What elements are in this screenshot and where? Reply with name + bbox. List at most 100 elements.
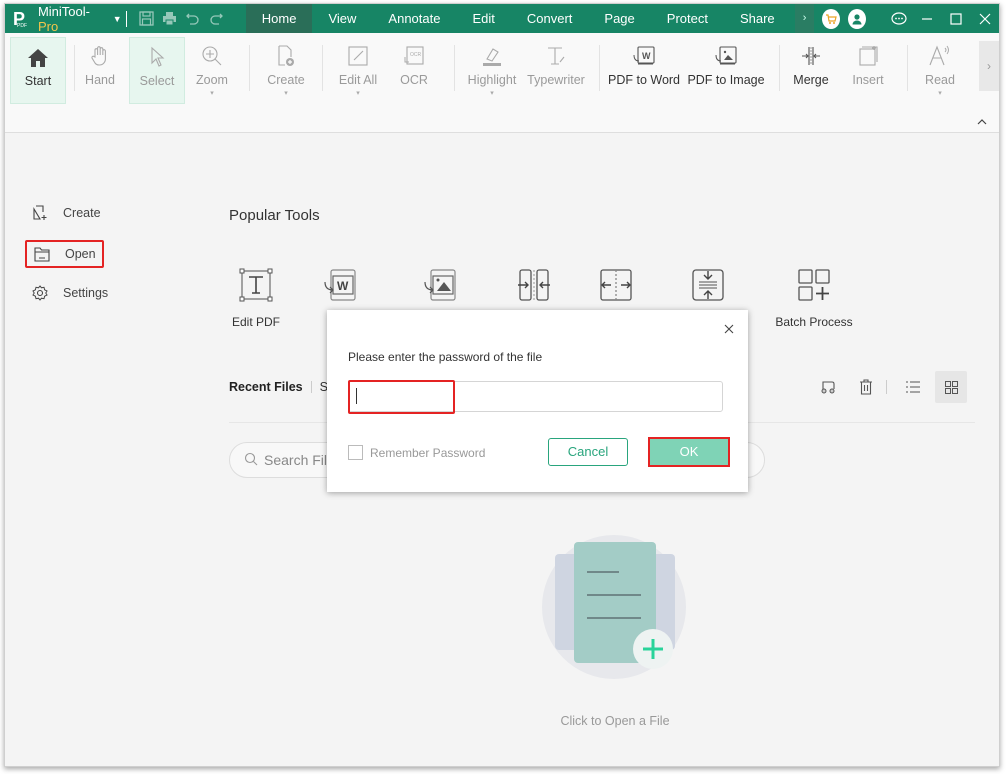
sidebar-item-create[interactable]: Create [25, 201, 107, 225]
batch-process-icon [797, 266, 831, 304]
user-avatar-icon[interactable] [848, 8, 867, 29]
ribbon-scroll-right[interactable]: › [979, 41, 999, 91]
insert-button[interactable]: Insert [845, 37, 891, 103]
tool-merge[interactable] [489, 266, 579, 315]
sidebar-label: Create [63, 206, 101, 220]
merge-icon [799, 37, 823, 67]
highlight-button[interactable]: Highlight ▾ [463, 37, 521, 103]
merge-icon [517, 266, 551, 304]
feedback-icon[interactable] [884, 4, 913, 33]
dialog-message: Please enter the password of the file [348, 350, 543, 364]
password-input[interactable] [348, 381, 723, 412]
zoom-button[interactable]: Zoom ▾ [189, 37, 235, 103]
ribbon-divider [249, 45, 250, 91]
cursor-icon [149, 38, 165, 68]
text-caret [356, 388, 357, 404]
grid-view-icon[interactable] [935, 371, 967, 403]
tab-edit[interactable]: Edit [456, 4, 510, 33]
undo-icon[interactable] [181, 4, 204, 33]
collapse-ribbon-icon[interactable] [977, 117, 987, 128]
app-window: P PDF MiniTool-Pro ▼ Home View Annotate E… [4, 3, 1000, 767]
tab-view[interactable]: View [312, 4, 372, 33]
create-dropdown-icon[interactable]: ▾ [284, 89, 288, 97]
app-logo-icon: P PDF [13, 8, 27, 29]
ocr-icon: OCR [403, 37, 425, 67]
edit-all-icon [347, 37, 369, 67]
split-icon [599, 266, 633, 304]
gear-icon [31, 285, 49, 301]
read-dropdown-icon[interactable]: ▾ [938, 89, 942, 97]
pdf-to-image-icon [423, 266, 457, 304]
create-file-icon [276, 37, 296, 67]
ocr-button[interactable]: OCR OCR [391, 37, 437, 103]
app-name[interactable]: MiniTool-Pro [38, 4, 103, 34]
tool-edit-pdf[interactable]: Edit PDF [211, 266, 301, 329]
hand-button[interactable]: Hand [77, 37, 123, 103]
cart-icon[interactable] [822, 8, 841, 29]
search-icon [244, 452, 258, 469]
pdf-to-image-button[interactable]: PDF to Image [687, 37, 765, 103]
home-icon [27, 38, 49, 68]
file-view-controls [806, 371, 967, 403]
app-menu-dropdown-icon[interactable]: ▼ [113, 14, 122, 24]
save-icon[interactable] [135, 4, 158, 33]
password-dialog: Please enter the password of the file Re… [327, 310, 748, 492]
tab-annotate[interactable]: Annotate [372, 4, 456, 33]
remember-password-checkbox[interactable] [348, 445, 363, 460]
tab-recent-files[interactable]: Recent Files [229, 380, 303, 394]
read-button[interactable]: Read ▾ [917, 37, 963, 103]
tab-page[interactable]: Page [588, 4, 650, 33]
tool-batch-process[interactable]: Batch Process [769, 266, 859, 329]
ribbon-divider [599, 45, 600, 91]
typewriter-icon [545, 37, 567, 67]
pdf-to-word-button[interactable]: W PDF to Word [608, 37, 680, 103]
select-button[interactable]: Select [129, 37, 185, 104]
title-divider [125, 10, 127, 27]
tool-pdf-to-image[interactable] [395, 266, 485, 315]
ribbon-divider [322, 45, 323, 91]
print-icon[interactable] [158, 4, 181, 33]
list-view-icon[interactable] [897, 371, 929, 403]
cancel-button[interactable]: Cancel [548, 438, 628, 466]
svg-text:W: W [642, 51, 651, 61]
sidebar-item-settings[interactable]: Settings [25, 281, 114, 305]
title-bar: P PDF MiniTool-Pro ▼ Home View Annotate E… [5, 4, 999, 34]
edit-all-dropdown-icon[interactable]: ▾ [356, 89, 360, 97]
create-button[interactable]: Create ▾ [261, 37, 311, 103]
highlight-icon [481, 37, 503, 67]
pdf-to-word-icon: W [632, 37, 656, 67]
svg-text:OCR: OCR [410, 52, 422, 58]
dialog-close-icon[interactable] [722, 322, 736, 336]
recent-files-tabs: Recent Files Sta [229, 380, 338, 394]
remember-password-label: Remember Password [370, 445, 486, 460]
tool-compress[interactable] [663, 266, 753, 315]
typewriter-button[interactable]: Typewriter [525, 37, 587, 103]
close-window-icon[interactable] [970, 4, 999, 33]
create-icon [31, 205, 49, 221]
tab-protect[interactable]: Protect [651, 4, 724, 33]
start-button[interactable]: Start [10, 37, 66, 104]
sidebar-label: Settings [63, 286, 109, 300]
tab-home[interactable]: Home [245, 4, 313, 33]
ok-button[interactable]: OK [648, 437, 730, 467]
clear-history-icon[interactable] [812, 371, 844, 403]
open-file-label[interactable]: Click to Open a File [525, 714, 705, 728]
maximize-icon[interactable] [942, 4, 971, 33]
tool-split[interactable] [571, 266, 661, 315]
tab-share[interactable]: Share [724, 4, 791, 33]
more-tabs-button[interactable]: › [794, 4, 815, 33]
tab-convert[interactable]: Convert [511, 4, 589, 33]
remember-password-option[interactable]: Remember Password [348, 445, 485, 460]
merge-button[interactable]: Merge [788, 37, 834, 103]
edit-all-button[interactable]: Edit All ▾ [333, 37, 383, 103]
sidebar-item-open[interactable]: Open [25, 240, 104, 268]
delete-icon[interactable] [850, 371, 882, 403]
minimize-icon[interactable] [913, 4, 942, 33]
edit-pdf-icon [239, 266, 273, 304]
highlight-dropdown-icon[interactable]: ▾ [490, 89, 494, 97]
open-file-dropzone[interactable] [541, 534, 691, 684]
folder-icon [33, 246, 51, 262]
read-aloud-icon [928, 37, 952, 67]
redo-icon[interactable] [204, 4, 227, 33]
zoom-dropdown-icon[interactable]: ▾ [210, 89, 214, 97]
